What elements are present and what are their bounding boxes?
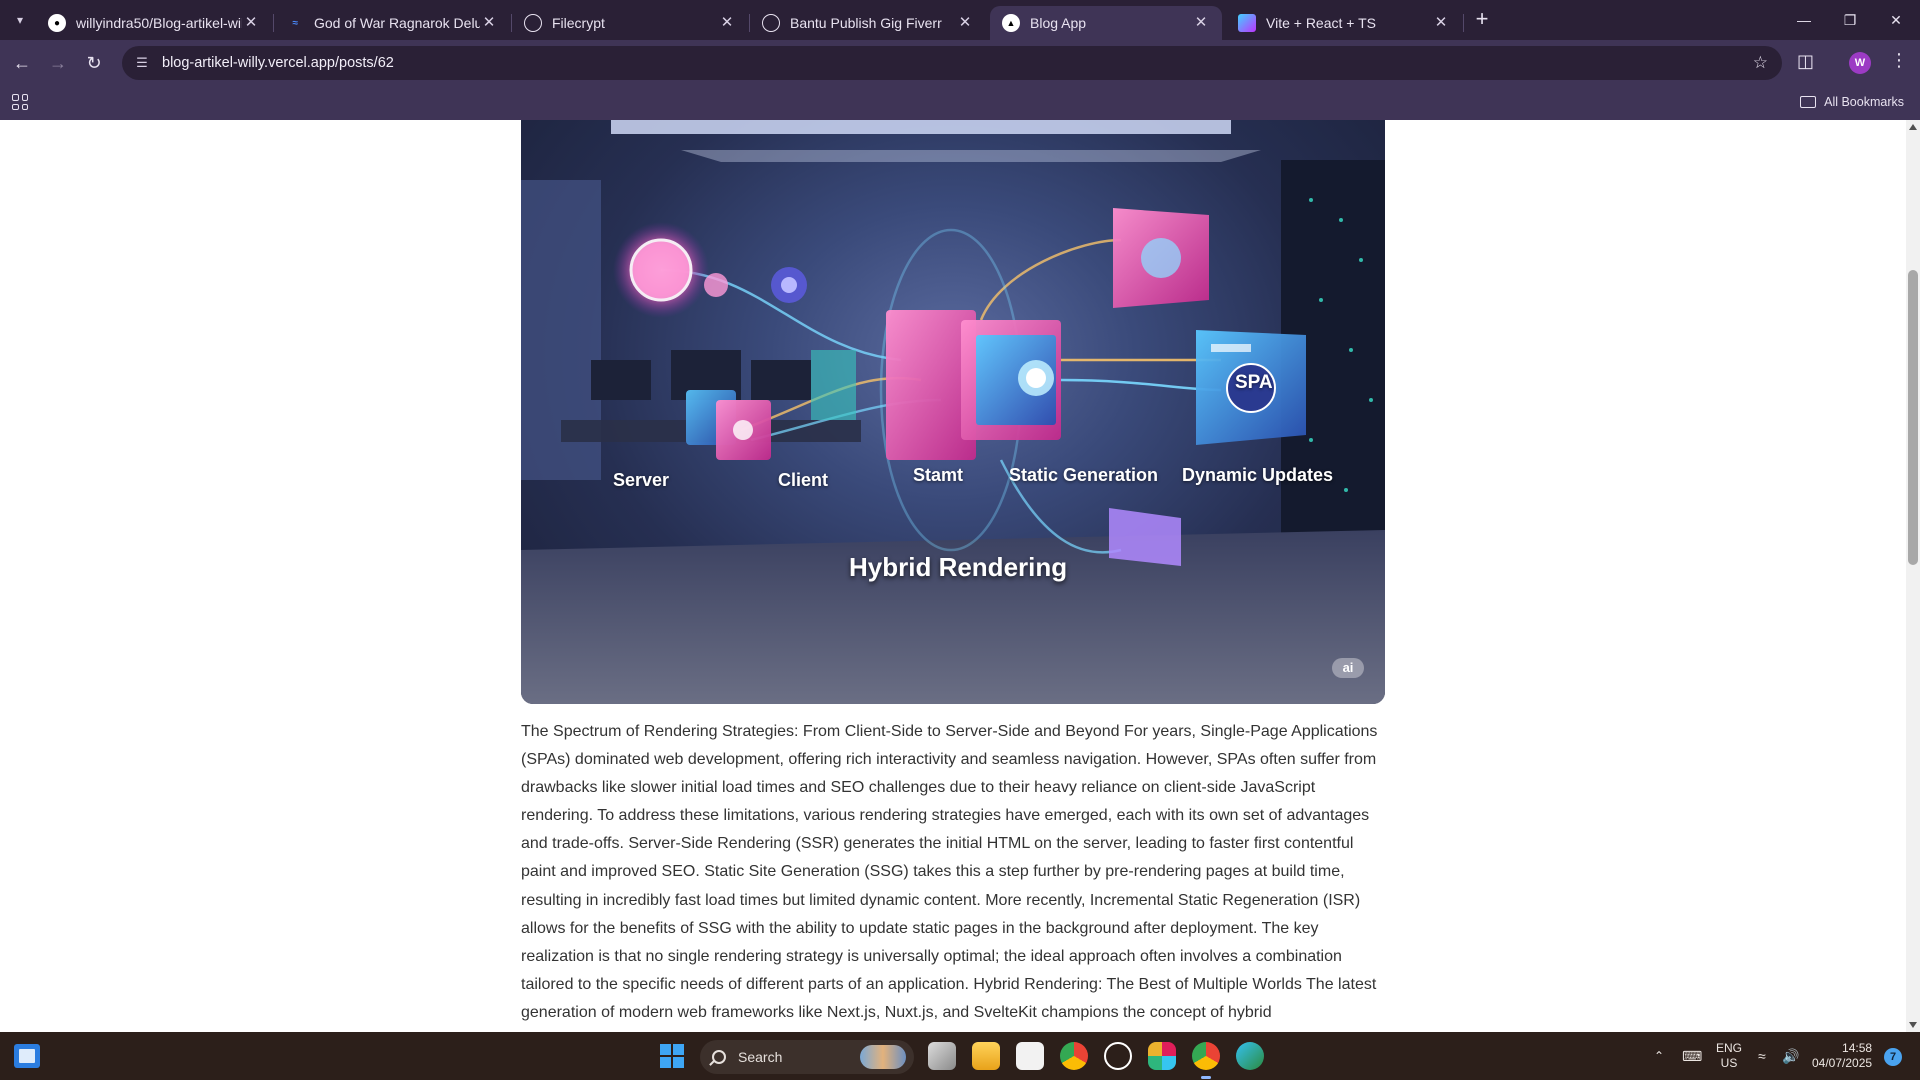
tab-blog-app[interactable]: ▲ Blog App ✕ bbox=[990, 6, 1222, 40]
folder-icon[interactable] bbox=[972, 1042, 1000, 1070]
github-icon: ● bbox=[48, 14, 66, 32]
chatgpt-icon bbox=[762, 14, 780, 32]
tab-filecrypt[interactable]: Filecrypt ✕ bbox=[512, 6, 748, 40]
scroll-thumb[interactable] bbox=[1908, 270, 1918, 565]
close-window-button[interactable]: ✕ bbox=[1874, 6, 1918, 34]
url-text[interactable]: blog-artikel-willy.vercel.app/posts/62 bbox=[162, 55, 394, 71]
all-bookmarks-button[interactable]: All Bookmarks bbox=[1800, 95, 1904, 109]
hero-label-server: Server bbox=[613, 470, 670, 490]
menu-icon[interactable]: ⋮ bbox=[1890, 50, 1908, 71]
tab-github[interactable]: ● willyindra50/Blog-artikel-willy ✕ bbox=[36, 6, 272, 40]
scroll-up-arrow-icon[interactable] bbox=[1909, 124, 1917, 130]
back-button[interactable]: ← bbox=[10, 51, 34, 75]
search-icon bbox=[712, 1050, 726, 1064]
close-icon[interactable]: ✕ bbox=[1192, 14, 1210, 32]
store-icon[interactable] bbox=[1016, 1042, 1044, 1070]
close-icon[interactable]: ✕ bbox=[718, 14, 736, 32]
hero-illustration bbox=[521, 120, 1385, 704]
hero-spa-card-text: SPA bbox=[1235, 372, 1273, 393]
tab-separator bbox=[1463, 14, 1464, 32]
chatgpt-icon[interactable] bbox=[1104, 1042, 1132, 1070]
taskbar-search-label: Search bbox=[738, 1049, 783, 1065]
address-bar[interactable]: ☰ blog-artikel-willy.vercel.app/posts/62… bbox=[122, 46, 1782, 80]
page-scrollbar[interactable] bbox=[1906, 120, 1920, 1032]
language-label: ENG bbox=[1716, 1041, 1743, 1055]
close-icon[interactable]: ✕ bbox=[480, 14, 498, 32]
profile-avatar[interactable]: W bbox=[1849, 52, 1871, 74]
tab-title: God of War Ragnarok Deluxe Ed bbox=[314, 15, 480, 31]
vercel-icon: ▲ bbox=[1002, 14, 1020, 32]
article-body: The Spectrum of Rendering Strategies: Fr… bbox=[521, 723, 1378, 1021]
show-hidden-icons[interactable]: ⌃ bbox=[1654, 1032, 1664, 1080]
hero-label-dynamic-updates: Dynamic Updates bbox=[1182, 465, 1334, 485]
site-info-icon[interactable]: ☰ bbox=[132, 55, 152, 71]
start-button[interactable] bbox=[660, 1044, 684, 1068]
hero-label-client: Client bbox=[778, 470, 829, 490]
keyboard-icon[interactable]: ⌨ bbox=[1682, 1032, 1702, 1080]
chrome-icon[interactable] bbox=[1060, 1042, 1088, 1070]
bookmarks-bar: All Bookmarks bbox=[0, 86, 1920, 120]
page-viewport: Server Client Stamt Static Generation Dy… bbox=[0, 120, 1906, 1032]
search-highlight-icon bbox=[860, 1045, 906, 1069]
slack-icon[interactable] bbox=[1148, 1042, 1176, 1070]
notification-badge[interactable]: 7 bbox=[1884, 1048, 1902, 1066]
clock-date: 04/07/2025 bbox=[1812, 1056, 1873, 1070]
restore-button[interactable]: ❐ bbox=[1828, 6, 1872, 34]
close-icon[interactable]: ✕ bbox=[242, 14, 260, 32]
tab-title: Bantu Publish Gig Fiverr bbox=[790, 15, 942, 31]
folder-icon bbox=[1800, 96, 1817, 108]
fitgirl-icon: ≈ bbox=[292, 17, 298, 29]
widgets-icon[interactable] bbox=[14, 1044, 40, 1068]
forward-button[interactable]: → bbox=[46, 51, 70, 75]
hero-label-static-generation: Static Generation bbox=[1009, 465, 1159, 485]
volume-icon[interactable]: 🔊 bbox=[1782, 1032, 1799, 1080]
tab-god-of-war[interactable]: ≈ God of War Ragnarok Deluxe Ed ✕ bbox=[274, 6, 510, 40]
extensions-icon[interactable]: ◫ bbox=[1797, 51, 1814, 72]
bookmark-star-icon[interactable]: ☆ bbox=[1753, 53, 1768, 73]
taskbar: Search ⌃ ⌨ ENG US ≈ 🔊 14:58 04/07/2025 7 bbox=[0, 1032, 1920, 1080]
chrome-profile-icon[interactable] bbox=[1192, 1042, 1220, 1079]
globe-icon bbox=[524, 14, 542, 32]
tab-vite[interactable]: Vite + React + TS ✕ bbox=[1226, 6, 1462, 40]
wifi-icon[interactable]: ≈ bbox=[1758, 1032, 1766, 1080]
vite-icon bbox=[1238, 14, 1256, 32]
tab-search-icon[interactable]: ▾ bbox=[8, 9, 32, 31]
close-icon[interactable]: ✕ bbox=[956, 14, 974, 32]
task-view-icon[interactable] bbox=[928, 1042, 956, 1070]
tab-fiverr[interactable]: Bantu Publish Gig Fiverr ✕ bbox=[750, 6, 986, 40]
tab-title: Filecrypt bbox=[552, 15, 605, 31]
clock[interactable]: 14:58 04/07/2025 bbox=[1812, 1041, 1872, 1071]
apps-grid-icon[interactable] bbox=[12, 94, 28, 110]
tab-title: Vite + React + TS bbox=[1266, 15, 1376, 31]
new-tab-button[interactable]: + bbox=[1470, 8, 1494, 32]
close-icon[interactable]: ✕ bbox=[1432, 14, 1450, 32]
minimize-button[interactable]: — bbox=[1782, 6, 1826, 34]
edge-icon[interactable] bbox=[1236, 1042, 1264, 1070]
hero-label-stamt: Stamt bbox=[913, 465, 964, 485]
all-bookmarks-label: All Bookmarks bbox=[1824, 95, 1904, 109]
tab-title: Blog App bbox=[1030, 15, 1087, 31]
ai-badge: ai bbox=[1332, 658, 1364, 678]
hero-image: Server Client Stamt Static Generation Dy… bbox=[521, 120, 1385, 704]
taskbar-search[interactable]: Search bbox=[700, 1040, 914, 1074]
hero-title: Hybrid Rendering bbox=[849, 552, 1068, 582]
language-indicator[interactable]: ENG US bbox=[1716, 1032, 1742, 1080]
scroll-down-arrow-icon[interactable] bbox=[1909, 1022, 1917, 1028]
clock-time: 14:58 bbox=[1842, 1041, 1873, 1055]
region-label: US bbox=[1720, 1056, 1738, 1070]
browser-toolbar: ← → ↻ ☰ blog-artikel-willy.vercel.app/po… bbox=[0, 40, 1920, 86]
tab-title: willyindra50/Blog-artikel-willy bbox=[76, 15, 242, 31]
tab-strip: ▾ ● willyindra50/Blog-artikel-willy ✕ ≈ … bbox=[0, 0, 1920, 40]
reload-button[interactable]: ↻ bbox=[82, 51, 106, 75]
